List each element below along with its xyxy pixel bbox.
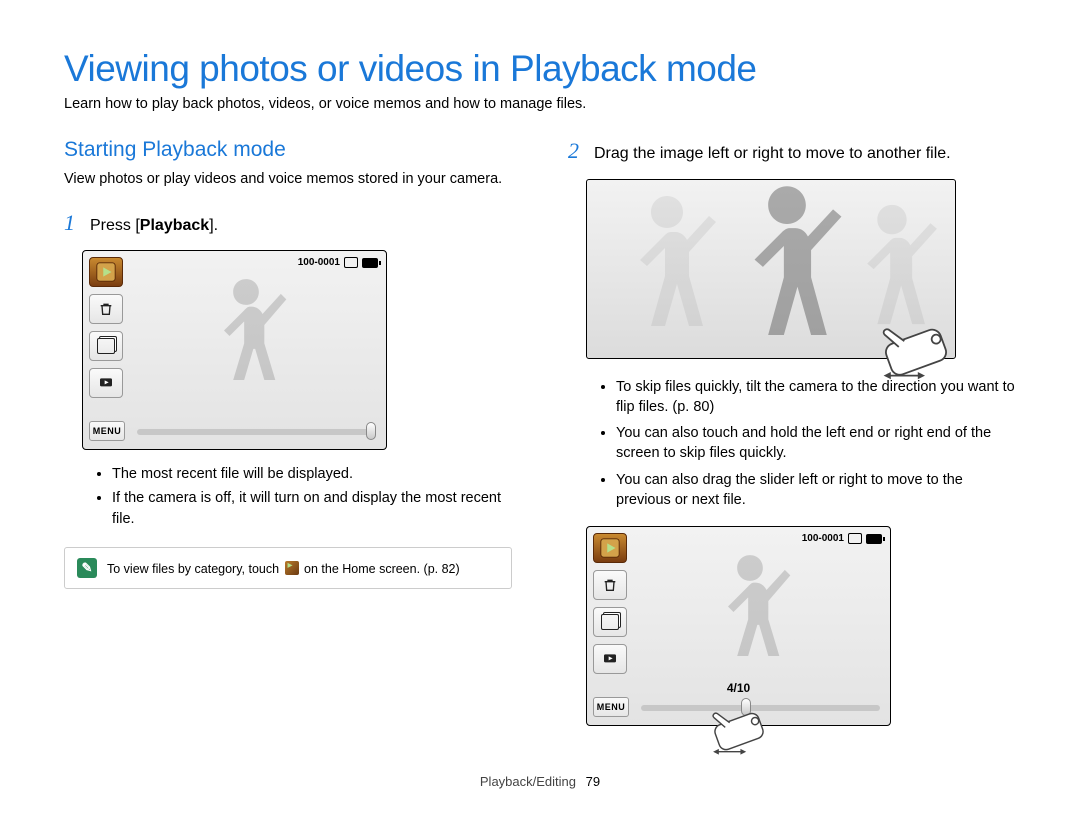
hand-drag-icon (703, 697, 775, 762)
lcd-screenshot-1: MENU 100-0001 (82, 250, 387, 450)
page-title: Viewing photos or videos in Playback mod… (64, 48, 1016, 90)
album-icon (285, 561, 299, 575)
step-text-bold: Playback (140, 217, 209, 234)
page-footer: Playback/Editing 79 (0, 774, 1080, 789)
list-item: If the camera is off, it will turn on an… (112, 488, 512, 529)
step-number: 1 (64, 210, 80, 236)
play-album-icon (593, 533, 627, 563)
right-column: 2 Drag the image left or right to move t… (568, 138, 1016, 728)
slideshow-icon (89, 368, 123, 398)
slider-track (137, 429, 376, 435)
menu-button: MENU (89, 421, 125, 441)
note-post: on the Home screen. (p. 82) (301, 562, 460, 576)
file-number: 100-0001 (802, 533, 844, 544)
step-2: 2 Drag the image left or right to move t… (568, 138, 1016, 165)
sample-photo-silhouette (191, 270, 301, 422)
silhouette-ghost (607, 188, 727, 358)
list-item: The most recent file will be displayed. (112, 464, 512, 484)
file-counter: 4/10 (727, 681, 750, 695)
step-text: Press [Playback]. (90, 215, 218, 237)
step-text-pre: Press [ (90, 217, 140, 234)
section-description: View photos or play videos and voice mem… (64, 170, 512, 190)
status-bar: 100-0001 (802, 533, 882, 544)
lcd-sidebar (89, 257, 123, 398)
slideshow-icon (593, 644, 627, 674)
thumbnails-icon (593, 607, 627, 637)
card-icon (848, 533, 862, 544)
lcd-sidebar (593, 533, 627, 674)
tip-note: ✎ To view files by category, touch on th… (64, 547, 512, 589)
battery-icon (362, 258, 378, 268)
silhouette-main (717, 180, 857, 358)
trash-icon (593, 570, 627, 600)
step-number: 2 (568, 138, 584, 164)
drag-illustration (586, 179, 956, 359)
step-1: 1 Press [Playback]. (64, 210, 512, 237)
step-text: Drag the image left or right to move to … (594, 143, 951, 165)
step2-notes: To skip files quickly, tilt the camera t… (568, 377, 1016, 511)
list-item: You can also touch and hold the left end… (616, 423, 1016, 464)
thumbnails-icon (89, 331, 123, 361)
page-subtitle: Learn how to play back photos, videos, o… (64, 96, 1016, 112)
step-text-post: ]. (209, 217, 218, 234)
sample-photo-silhouette (695, 546, 805, 698)
status-bar: 100-0001 (298, 257, 378, 268)
note-icon: ✎ (77, 558, 97, 578)
note-pre: To view files by category, touch (107, 562, 283, 576)
left-column: Starting Playback mode View photos or pl… (64, 138, 512, 728)
slider-knob (366, 422, 376, 440)
file-number: 100-0001 (298, 257, 340, 268)
hand-drag-icon (871, 309, 961, 390)
menu-button: MENU (593, 697, 629, 717)
list-item: You can also drag the slider left or rig… (616, 470, 1016, 511)
trash-icon (89, 294, 123, 324)
two-column-layout: Starting Playback mode View photos or pl… (64, 138, 1016, 728)
note-text: To view files by category, touch on the … (107, 561, 460, 576)
battery-icon (866, 534, 882, 544)
play-album-icon (89, 257, 123, 287)
manual-page: Viewing photos or videos in Playback mod… (0, 0, 1080, 815)
section-title: Starting Playback mode (64, 138, 512, 162)
page-number: 79 (586, 774, 600, 789)
step1-notes: The most recent file will be displayed. … (64, 464, 512, 529)
card-icon (344, 257, 358, 268)
lcd-screenshot-2: MENU 100-0001 4/10 (586, 526, 891, 726)
footer-section: Playback/Editing (480, 774, 576, 789)
